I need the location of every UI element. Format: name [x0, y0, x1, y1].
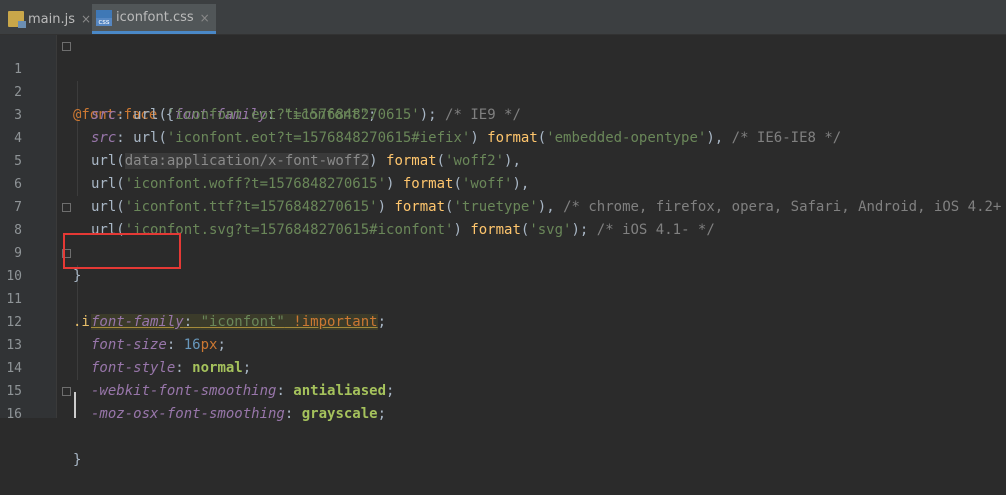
- code-line: 13 font-style: normal;: [0, 311, 1006, 376]
- code-line: 8 }: [0, 196, 1006, 284]
- js-file-icon: [8, 11, 26, 28]
- tab-label: iconfont.css: [116, 10, 194, 25]
- code-line: 6 url('iconfont.ttf?t=1576848270615') fo…: [0, 150, 1006, 215]
- code-line: 5 url('iconfont.woff?t=1576848270615') f…: [0, 127, 1006, 192]
- close-icon[interactable]: ×: [81, 12, 91, 26]
- code-line: 3 src: url('iconfont.eot?t=1576848270615…: [0, 81, 1006, 146]
- fold-marker-icon[interactable]: [62, 42, 71, 51]
- css-file-icon: [96, 9, 112, 26]
- fold-marker-icon[interactable]: [62, 203, 71, 212]
- code-line: 7 url('iconfont.svg?t=1576848270615#icon…: [0, 173, 1006, 238]
- text-caret: [74, 392, 76, 418]
- code-line: 15 -moz-osx-font-smoothing: grayscale;: [0, 357, 1006, 422]
- code-line: 4 url(data:application/x-font-woff2) for…: [0, 104, 1006, 169]
- code-line: 12 font-size: 16px;: [0, 288, 1006, 353]
- code-line: 14 -webkit-font-smoothing: antialiased;: [0, 334, 1006, 399]
- editor-tab-bar: main.js × iconfont.css ×: [0, 0, 1006, 35]
- code-line: 16 }: [0, 380, 1006, 468]
- close-icon[interactable]: ×: [200, 11, 210, 25]
- code-line: 1 @font-face {font-family: "iconfont";: [0, 35, 1006, 123]
- line-number: 16: [6, 407, 22, 422]
- tab-main-js[interactable]: main.js ×: [8, 4, 92, 34]
- code-editor[interactable]: 1 @font-face {font-family: "iconfont"; 2…: [0, 35, 1006, 468]
- red-highlight-box: [63, 233, 181, 269]
- tab-label: main.js: [28, 11, 75, 27]
- fold-marker-icon[interactable]: [62, 387, 71, 396]
- code-line: 2 src: url('iconfont.eot?t=1576848270615…: [0, 58, 1006, 123]
- tab-iconfont-css[interactable]: iconfont.css ×: [92, 4, 216, 34]
